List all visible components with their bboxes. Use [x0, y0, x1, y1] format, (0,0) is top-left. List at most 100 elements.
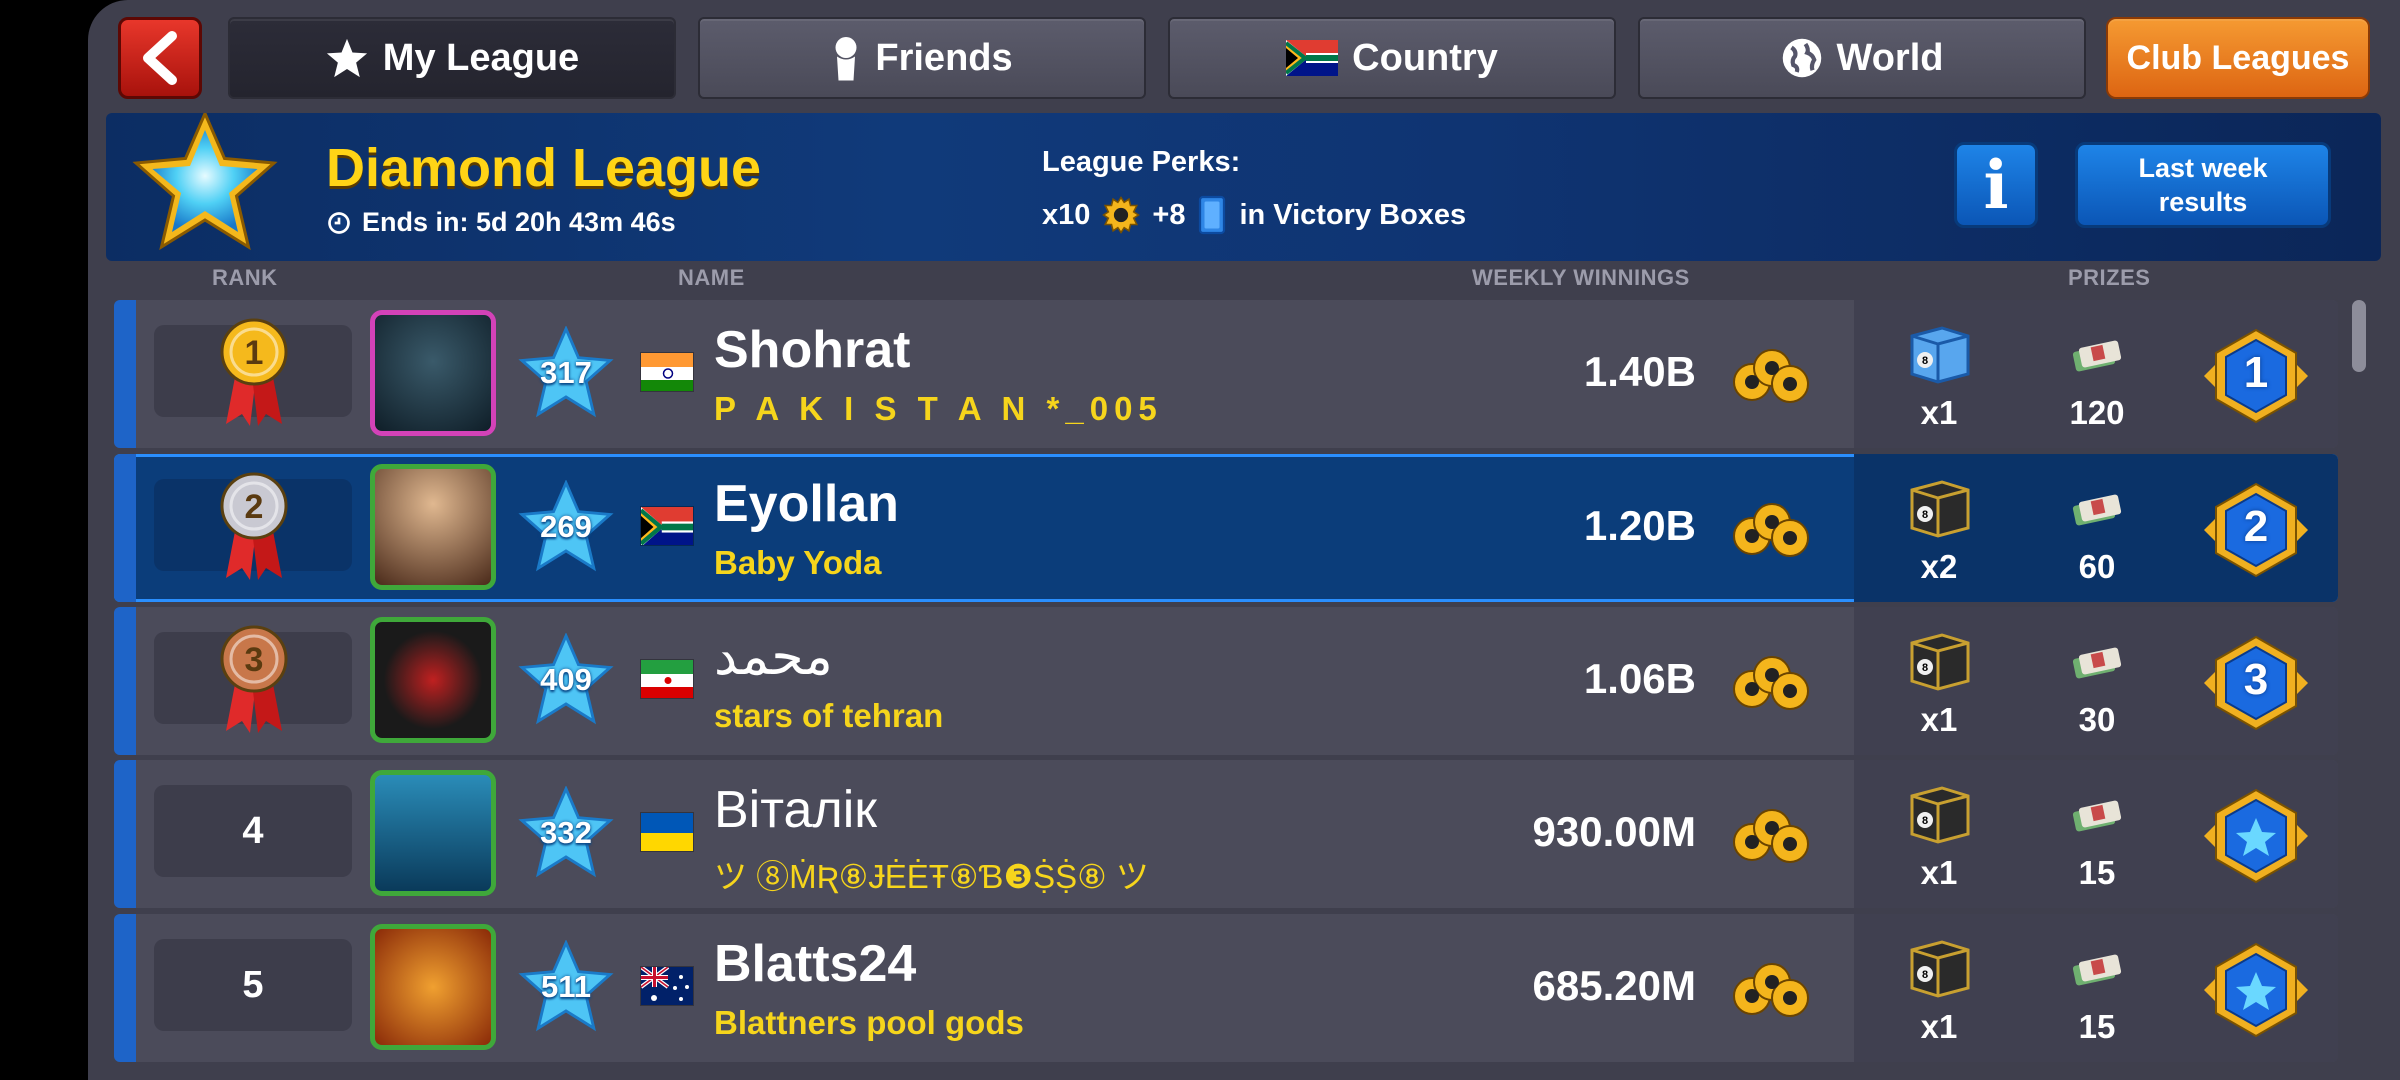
coin-stack-icon — [1733, 349, 1809, 403]
tab-country[interactable]: Country — [1168, 17, 1616, 99]
tab-friends-label: Friends — [875, 36, 1013, 79]
club-name: P A K I S T A N *_005 — [714, 390, 1163, 427]
rank-medal-icon: 2 — [220, 472, 288, 580]
victory-box-icon: 8 — [1910, 633, 1970, 691]
club-name: Blattners pool gods — [714, 1004, 1024, 1041]
rank-badge-number: 3 — [2243, 655, 2269, 704]
cash-icon — [2072, 494, 2122, 526]
weekly-winnings: 930.00M — [1532, 808, 1696, 855]
perk-cards-count: +8 — [1152, 198, 1186, 231]
club-leagues-button[interactable]: Club Leagues — [2106, 17, 2370, 99]
leaderboard-row[interactable]: 1 317 Shohrat P A K I S T A N *_005 1.40B 8 x1… — [114, 300, 2338, 448]
player-avatar[interactable] — [370, 310, 496, 436]
cash-amount: 15 — [2078, 854, 2116, 891]
player-avatar[interactable] — [370, 464, 496, 590]
rank-badge-icon — [2204, 942, 2308, 1038]
cash-amount: 15 — [2078, 1008, 2116, 1045]
league-title: Diamond League — [326, 138, 762, 198]
medal-rank-number: 1 — [245, 334, 264, 372]
player-name: Eyollan — [714, 475, 899, 533]
rank-medal-icon: 1 — [220, 318, 288, 426]
league-ends-timer: Ends in: 5d 20h 43m 46s — [326, 207, 676, 238]
coin-icon — [1102, 196, 1141, 234]
player-name: Shohrat — [714, 321, 911, 379]
svg-text:8: 8 — [1922, 815, 1928, 827]
svg-text:8: 8 — [1922, 662, 1928, 674]
player-avatar[interactable] — [370, 617, 496, 743]
last-week-line2: results — [2158, 187, 2248, 217]
rank-badge-number: 1 — [2243, 348, 2269, 397]
row-stripe — [114, 454, 136, 602]
back-button[interactable] — [118, 17, 202, 99]
person-icon — [835, 37, 857, 81]
india-flag-icon — [640, 352, 694, 392]
player-level: 332 — [540, 815, 592, 850]
australia-flag-icon — [640, 966, 694, 1006]
last-week-line1: Last week — [2138, 153, 2268, 183]
row-stripe — [114, 914, 136, 1062]
cash-amount: 120 — [2069, 394, 2125, 431]
row-stripe — [114, 760, 136, 908]
player-level: 409 — [540, 662, 592, 697]
club-name: Baby Yoda — [714, 544, 882, 581]
box-quantity: x1 — [1920, 701, 1958, 738]
player-level: 511 — [540, 969, 591, 1004]
tab-world[interactable]: World — [1638, 17, 2086, 99]
star-icon — [326, 38, 367, 78]
coin-stack-icon — [1733, 656, 1809, 710]
cash-icon — [2072, 800, 2122, 832]
box-quantity: x1 — [1920, 394, 1958, 431]
globe-icon — [1782, 38, 1821, 78]
perk-coins-multiplier: x10 — [1042, 198, 1091, 231]
row-stripe — [114, 607, 136, 755]
last-week-results-button[interactable]: Last week results — [2075, 142, 2331, 228]
box-quantity: x1 — [1920, 1008, 1958, 1045]
coin-stack-icon — [1733, 963, 1809, 1017]
rank-box: 4 — [154, 785, 352, 877]
chevron-left-icon — [143, 31, 177, 85]
rank-number: 5 — [242, 963, 264, 1006]
rank-medal-icon: 3 — [220, 625, 288, 733]
ends-in-text: Ends in: 5d 20h 43m 46s — [362, 207, 676, 237]
card-icon — [1199, 195, 1226, 235]
rank-box: 5 — [154, 939, 352, 1031]
tab-my-league[interactable]: My League — [228, 17, 676, 99]
club-name: ツ ⑧ṀƦ⑧ɈĖĖŦ⑧Ɓ❸ṨṨ⑧ ツ — [714, 858, 1149, 895]
rank-number: 4 — [242, 809, 264, 852]
player-level: 317 — [540, 355, 592, 390]
row-stripe — [114, 300, 136, 448]
info-button[interactable]: i — [1954, 142, 2038, 228]
clock-icon — [328, 211, 350, 234]
victory-box-icon: 8 — [1910, 786, 1970, 844]
perk-suffix: in Victory Boxes — [1239, 198, 1467, 231]
leaderboard-row[interactable]: 2 269 Eyollan Baby Yoda 1.20B 8 x2 60 2 — [114, 454, 2338, 602]
player-name: Віталік — [714, 781, 878, 839]
player-name: محمد — [714, 628, 833, 686]
column-rank: RANK — [212, 265, 278, 290]
player-avatar[interactable] — [370, 924, 496, 1050]
cash-icon — [2072, 647, 2122, 679]
cash-icon — [2072, 340, 2122, 372]
svg-text:8: 8 — [1922, 355, 1928, 367]
player-avatar[interactable] — [370, 770, 496, 896]
tab-my-league-label: My League — [382, 36, 580, 79]
box-quantity: x1 — [1920, 854, 1958, 891]
medal-rank-number: 2 — [245, 488, 264, 526]
league-perks: x10 +8 in Victory Boxes — [1042, 195, 1466, 235]
leaderboard-row[interactable]: 5 511 Blatts24 Blattners pool gods 685.20M 8 x… — [114, 914, 2338, 1062]
box-quantity: x2 — [1920, 548, 1958, 585]
victory-box-icon: 8 — [1910, 480, 1970, 538]
iran-flag-icon — [640, 659, 694, 699]
coin-stack-icon — [1733, 503, 1809, 557]
leaderboard-row[interactable]: 3 409 محمد stars of tehran 1.06B 8 x1 30 3 — [114, 607, 2338, 755]
south-africa-flag-icon — [1286, 40, 1339, 76]
player-name: Blatts24 — [714, 935, 917, 993]
league-perks-label: League Perks: — [1042, 146, 1241, 178]
column-prizes: PRIZES — [2068, 265, 2151, 290]
svg-text:8: 8 — [1922, 509, 1928, 521]
scrollbar-thumb[interactable] — [2352, 300, 2366, 372]
diamond-league-star-icon — [132, 113, 278, 251]
leaderboard-row[interactable]: 4 332 Віталік ツ ⑧ṀƦ⑧ɈĖĖŦ⑧Ɓ❸ṨṨ⑧ ツ 930.00M 8 x1 1… — [114, 760, 2338, 908]
tab-friends[interactable]: Friends — [698, 17, 1146, 99]
cash-icon — [2072, 954, 2122, 986]
